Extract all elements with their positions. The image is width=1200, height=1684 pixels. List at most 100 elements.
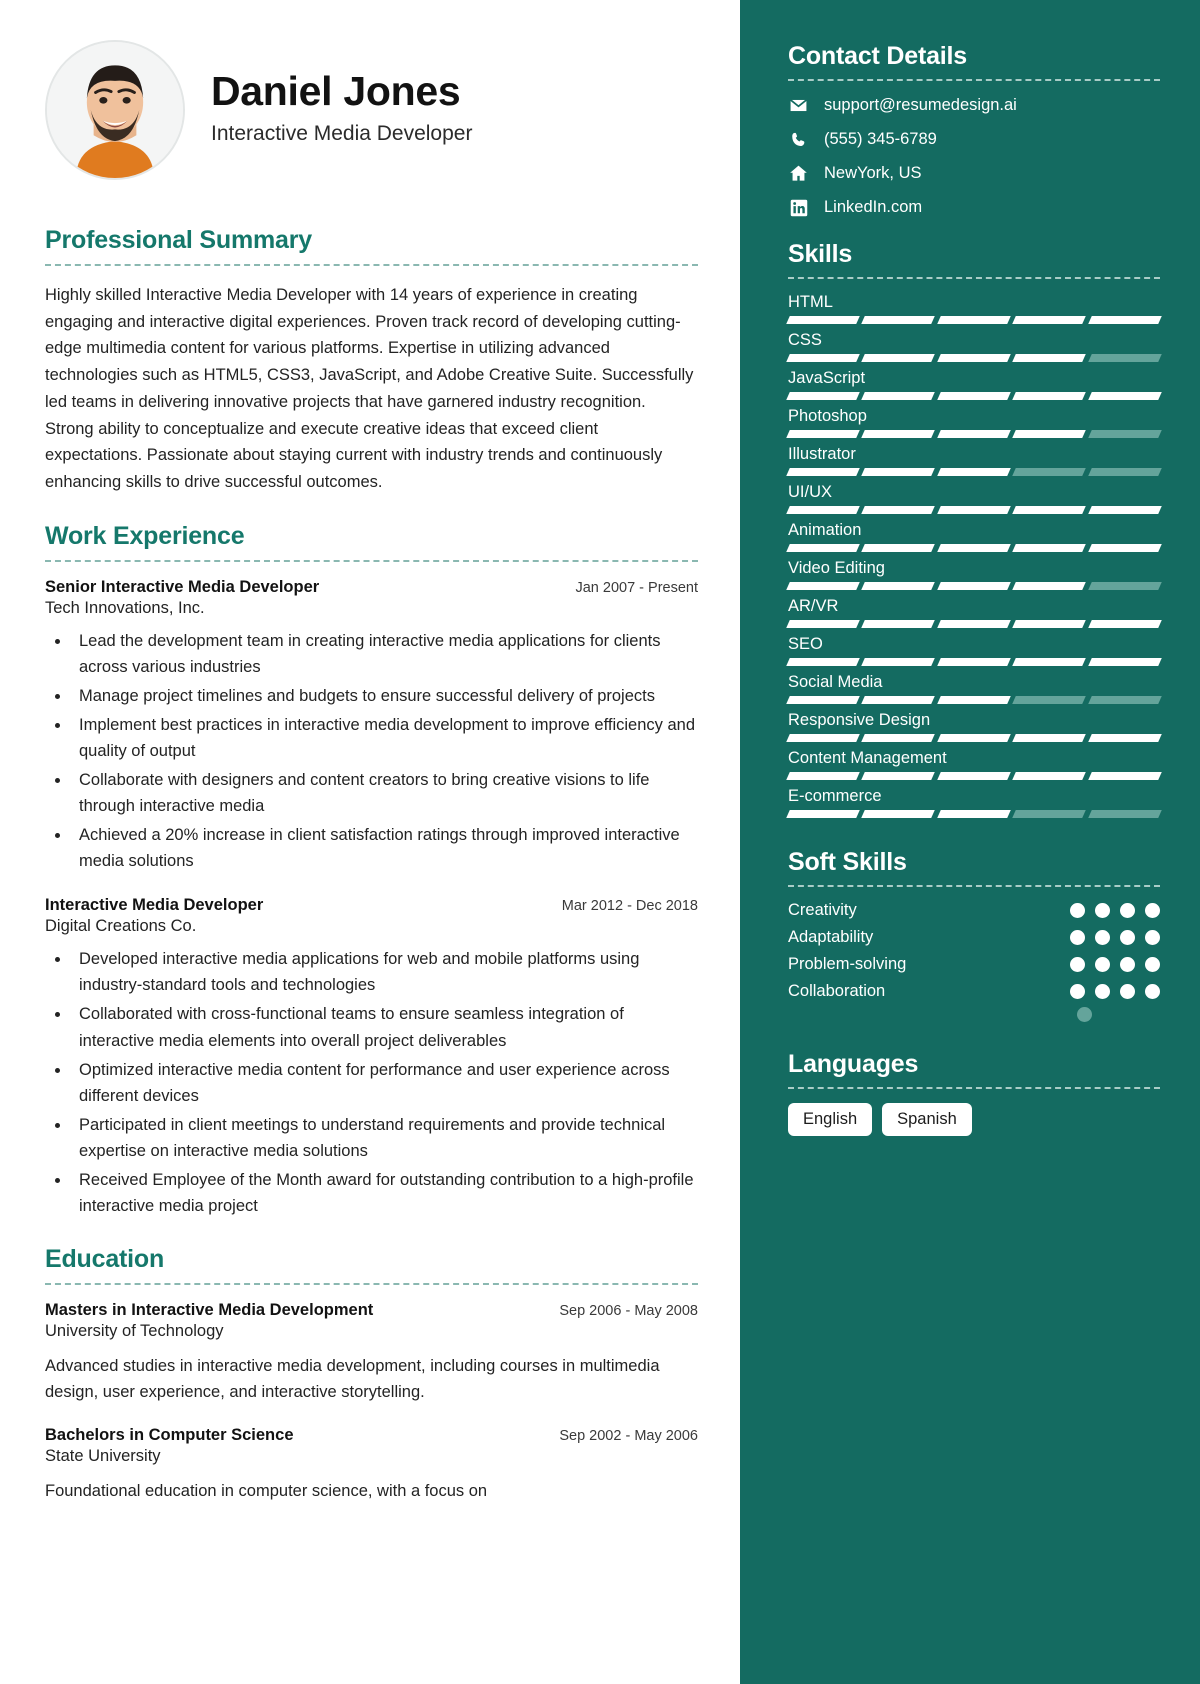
- skill-segment: [937, 696, 1011, 704]
- soft-skill-row: Adaptability: [788, 928, 1160, 947]
- skill-rating-bar: [786, 582, 1162, 590]
- skill-segment: [937, 734, 1011, 742]
- envelope-icon: [788, 95, 809, 116]
- home-icon: [788, 163, 809, 184]
- skill-segment: [1012, 734, 1087, 742]
- rating-dot: [1095, 957, 1110, 972]
- skill-segment: [861, 354, 936, 362]
- skill-rating-bar: [786, 734, 1162, 742]
- work-entry: Senior Interactive Media Developer Jan 20…: [45, 578, 698, 875]
- skill-segment: [1087, 354, 1162, 362]
- divider: [788, 79, 1160, 81]
- rating-dot: [1120, 984, 1135, 999]
- skill-segment: [937, 316, 1011, 324]
- linkedin-icon: [788, 197, 809, 218]
- skill-segment: [1012, 354, 1087, 362]
- skill-segment: [1012, 696, 1087, 704]
- divider: [788, 885, 1160, 887]
- skill-segment: [937, 544, 1011, 552]
- list-item: Manage project timelines and budgets to …: [71, 683, 698, 709]
- rating-dot: [1145, 930, 1160, 945]
- skill-segment: [937, 430, 1011, 438]
- avatar: [45, 40, 185, 180]
- soft-skill-row: Collaboration: [788, 982, 1160, 1001]
- list-item: Collaborated with cross-functional teams…: [71, 1001, 698, 1053]
- education-heading: Education: [45, 1244, 165, 1273]
- education-entry-desc: Advanced studies in interactive media de…: [45, 1356, 660, 1402]
- skill-segment: [786, 810, 861, 818]
- work-entry: Interactive Media Developer Mar 2012 - De…: [45, 896, 698, 1219]
- skill-segment: [861, 392, 936, 400]
- list-item: Developed interactive media applications…: [71, 946, 698, 998]
- resume-header: Daniel Jones Interactive Media Developer: [45, 40, 698, 180]
- summary-heading: Professional Summary: [45, 226, 312, 254]
- skill-segment: [937, 354, 1011, 362]
- skill-item: Video Editing: [786, 559, 1162, 590]
- language-pill[interactable]: English: [788, 1103, 873, 1136]
- contact-row[interactable]: NewYork, US: [788, 163, 1160, 184]
- skill-rating-bar: [786, 430, 1162, 438]
- education-entry-list: Masters in Interactive Media Development…: [45, 1301, 698, 1504]
- skill-segment: [1087, 544, 1162, 552]
- list-item: Optimized interactive media content for …: [71, 1057, 698, 1109]
- skill-item: CSS: [786, 331, 1162, 362]
- skill-rating-bar: [786, 658, 1162, 666]
- skill-segment: [786, 392, 861, 400]
- contact-row[interactable]: (555) 345-6789: [788, 129, 1160, 150]
- education-entry-desc: Foundational education in computer scien…: [45, 1481, 488, 1500]
- profile-photo-icon: [47, 42, 183, 178]
- skill-segment: [786, 354, 861, 362]
- skill-segment: [1087, 734, 1162, 742]
- skill-label: HTML: [788, 293, 833, 311]
- page-title: Daniel Jones: [211, 67, 461, 114]
- soft-skill-rating: [1070, 957, 1160, 972]
- skill-label: E-commerce: [788, 787, 882, 805]
- contact-value: (555) 345-6789: [824, 130, 937, 148]
- language-pill[interactable]: Spanish: [882, 1103, 972, 1136]
- skill-rating-bar: [786, 392, 1162, 400]
- work-entry-header: Senior Interactive Media Developer Jan 20…: [45, 578, 698, 597]
- section-education: Education Masters in Interactive Media D…: [45, 1245, 698, 1504]
- skills-list: HTML CSS JavaScript Photoshop Illustrator UI/…: [786, 293, 1162, 818]
- skill-segment: [861, 468, 936, 476]
- skill-segment: [1012, 772, 1087, 780]
- skill-segment: [1087, 658, 1162, 666]
- skill-label: UI/UX: [788, 483, 833, 501]
- soft-skill-label: Problem-solving: [788, 955, 907, 973]
- education-entry: Masters in Interactive Media Development…: [45, 1301, 698, 1406]
- work-entry-date: Mar 2012 - Dec 2018: [561, 898, 698, 915]
- education-entry-title: Masters in Interactive Media Development: [45, 1300, 374, 1319]
- skill-segment: [1012, 658, 1087, 666]
- skill-segment: [861, 734, 936, 742]
- contact-row[interactable]: LinkedIn.com: [788, 197, 1160, 218]
- soft-skill-label: Collaboration: [788, 982, 886, 1000]
- skill-segment: [861, 544, 936, 552]
- rating-dot: [1070, 984, 1085, 999]
- soft-skill-row: Creativity: [788, 901, 1160, 920]
- sidebar: Contact Details support@resumedesign.ai (…: [740, 0, 1200, 1684]
- education-entry-date: Sep 2002 - May 2006: [559, 1427, 698, 1444]
- soft-skill-trailing-dot-row: [788, 1007, 1160, 1022]
- main-column: Daniel Jones Interactive Media Developer…: [0, 0, 740, 1684]
- skill-segment: [786, 582, 861, 590]
- soft-skill-row: Problem-solving: [788, 955, 1160, 974]
- skill-segment: [1012, 544, 1087, 552]
- skill-segment: [1012, 392, 1087, 400]
- contact-list: support@resumedesign.ai (555) 345-6789 New…: [788, 95, 1160, 218]
- skills-heading: Skills: [788, 240, 853, 268]
- skill-item: HTML: [786, 293, 1162, 324]
- list-item: Achieved a 20% increase in client satisf…: [71, 822, 698, 874]
- skill-segment: [786, 468, 861, 476]
- contact-heading: Contact Details: [788, 42, 967, 70]
- rating-dot: [1120, 957, 1135, 972]
- skill-segment: [937, 582, 1011, 590]
- skill-segment: [861, 658, 936, 666]
- contact-row[interactable]: support@resumedesign.ai: [788, 95, 1160, 116]
- rating-dot: [1145, 957, 1160, 972]
- skill-item: Photoshop: [786, 407, 1162, 438]
- skill-segment: [861, 506, 936, 514]
- divider: [788, 1087, 1160, 1089]
- job-role: Interactive Media Developer: [211, 122, 473, 146]
- work-entry-bullets: Lead the development team in creating in…: [71, 628, 698, 875]
- contact-value: LinkedIn.com: [824, 198, 923, 216]
